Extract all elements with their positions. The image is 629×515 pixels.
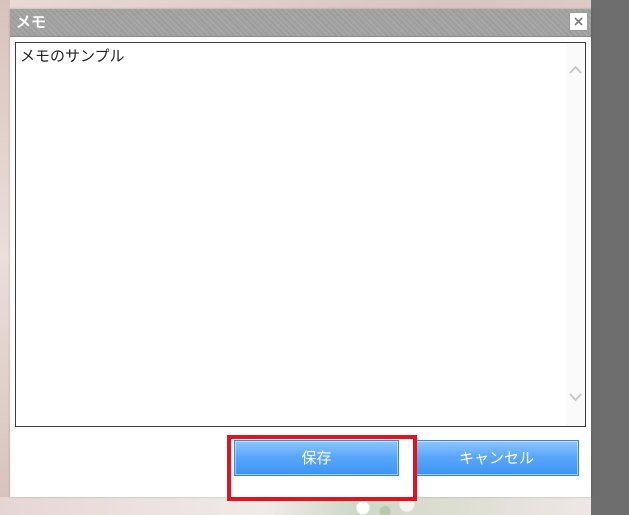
close-icon [574,17,583,26]
modal-overlay [591,0,629,515]
chevron-down-icon[interactable] [569,392,582,402]
save-button[interactable]: 保存 [234,440,399,476]
chevron-up-icon[interactable] [569,65,582,75]
background-photo-bottom [0,497,591,515]
dialog-titlebar[interactable]: メモ [10,9,591,37]
screen: メモ メモのサンプル 保存 キャンセル [0,0,629,515]
background-photo-left [0,0,10,515]
memo-textarea[interactable]: メモのサンプル [15,42,586,427]
memo-dialog: メモ メモのサンプル 保存 キャンセル [10,9,591,501]
close-button[interactable] [569,12,588,31]
cancel-button[interactable]: キャンセル [414,440,579,476]
memo-scrollbar[interactable] [566,43,585,426]
dialog-title: メモ [16,13,47,31]
background-flowers [330,497,440,515]
memo-text[interactable]: メモのサンプル [20,46,125,66]
